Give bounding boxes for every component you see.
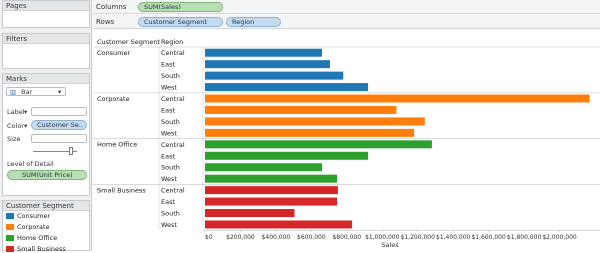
x-tick-label: $600,000 <box>297 234 326 241</box>
bar <box>205 48 322 57</box>
bar <box>205 220 353 229</box>
rows-field-pill[interactable]: Region <box>226 17 281 27</box>
x-tick-label: $1,800,000 <box>507 234 542 241</box>
row-header-label: Region <box>161 38 183 46</box>
rows-shelf[interactable]: Rows Customer Segment Region <box>93 15 600 29</box>
left-sidebar: Pages Filters Marks ▥ Bar ▾ Label ▾ Colo… <box>0 0 92 253</box>
chevron-down-icon: ▾ <box>24 108 28 116</box>
bar <box>205 105 397 114</box>
size-slider-handle[interactable] <box>69 147 73 155</box>
bar <box>205 117 425 126</box>
legend-swatch <box>6 235 14 241</box>
color-shelf-label[interactable]: Color <box>7 122 24 130</box>
columns-field-pill[interactable]: SUM(Sales) <box>138 2 223 12</box>
x-tick-label: $1,000,000 <box>365 234 400 241</box>
rows-shelf-label: Rows <box>96 18 115 26</box>
columns-shelf[interactable]: Columns SUM(Sales) <box>93 0 600 14</box>
region-label: Central <box>161 141 185 149</box>
x-axis-title: Sales <box>381 241 399 249</box>
region-label: East <box>161 61 175 69</box>
bar <box>205 83 369 92</box>
legend-card: Customer Segment Consumer Corporate Home… <box>2 200 90 253</box>
region-label: Central <box>161 49 185 57</box>
segment-label: Consumer <box>97 49 130 57</box>
legend-label: Corporate <box>17 223 50 231</box>
region-label: South <box>161 72 180 80</box>
pages-card[interactable]: Pages <box>2 0 90 28</box>
region-label: West <box>161 129 177 137</box>
chevron-down-icon: ▾ <box>58 88 62 96</box>
marks-card-title: Marks <box>6 75 27 83</box>
chevron-down-icon: ▾ <box>24 122 28 130</box>
region-label: South <box>161 210 180 218</box>
color-field-pill[interactable]: Customer Se.. <box>31 120 87 130</box>
segment-label: Home Office <box>97 141 137 149</box>
detail-field-pill[interactable]: SUM(Unit Price) <box>7 170 87 180</box>
x-tick-label: $1,600,000 <box>471 234 506 241</box>
segment-label: Corporate <box>97 95 130 103</box>
x-tick-label: $2,000,000 <box>542 234 577 241</box>
marks-card: Marks ▥ Bar ▾ Label ▾ Color ▾ Customer S… <box>2 73 90 196</box>
bar <box>205 140 432 149</box>
mark-type-dropdown[interactable]: ▥ Bar ▾ <box>6 87 66 96</box>
size-shelf[interactable] <box>31 134 87 143</box>
bar-chart: Customer Segment Region Consumer Central Eas… <box>93 36 600 249</box>
bar <box>205 209 295 218</box>
region-label: West <box>161 221 177 229</box>
legend-swatch <box>6 224 14 230</box>
x-tick-label: $200,000 <box>226 234 255 241</box>
legend-label: Small Business <box>17 245 66 253</box>
region-label: Central <box>161 95 185 103</box>
level-of-detail-label: Level of Detail <box>7 160 54 168</box>
region-label: East <box>161 106 175 114</box>
bar <box>205 197 338 206</box>
label-shelf-label[interactable]: Label <box>7 108 25 116</box>
bar <box>205 71 344 80</box>
bar <box>205 186 338 195</box>
legend-title: Customer Segment <box>6 202 74 210</box>
pages-card-title: Pages <box>6 2 27 10</box>
region-label: West <box>161 175 177 183</box>
mark-type-value: Bar <box>21 88 33 96</box>
legend-label: Home Office <box>17 234 58 242</box>
bar <box>205 94 590 103</box>
bar-chart-icon: ▥ <box>10 88 17 96</box>
region-label: South <box>161 164 180 172</box>
filters-card[interactable]: Filters <box>2 33 90 69</box>
bar <box>205 128 415 137</box>
rows-field-pill[interactable]: Customer Segment <box>138 17 223 27</box>
x-tick-label: $0 <box>205 234 213 241</box>
region-label: Central <box>161 187 185 195</box>
x-tick-label: $800,000 <box>332 234 361 241</box>
x-tick-label: $1,400,000 <box>436 234 471 241</box>
region-label: West <box>161 84 177 92</box>
bar <box>205 151 369 160</box>
label-shelf[interactable] <box>31 107 87 116</box>
legend-label: Consumer <box>17 212 51 220</box>
segment-label: Small Business <box>97 186 146 194</box>
legend-swatch <box>6 246 14 252</box>
bar <box>205 163 322 172</box>
row-header-label: Customer Segment <box>97 38 160 46</box>
legend-swatch <box>6 213 14 219</box>
filters-card-title: Filters <box>6 35 27 43</box>
bar <box>205 174 338 183</box>
region-label: East <box>161 152 175 160</box>
bar <box>205 60 330 69</box>
x-tick-label: $400,000 <box>262 234 291 241</box>
columns-shelf-label: Columns <box>96 3 127 11</box>
region-label: South <box>161 118 180 126</box>
x-tick-label: $1,200,000 <box>401 234 436 241</box>
region-label: East <box>161 198 175 206</box>
size-shelf-label[interactable]: Size <box>7 135 20 143</box>
